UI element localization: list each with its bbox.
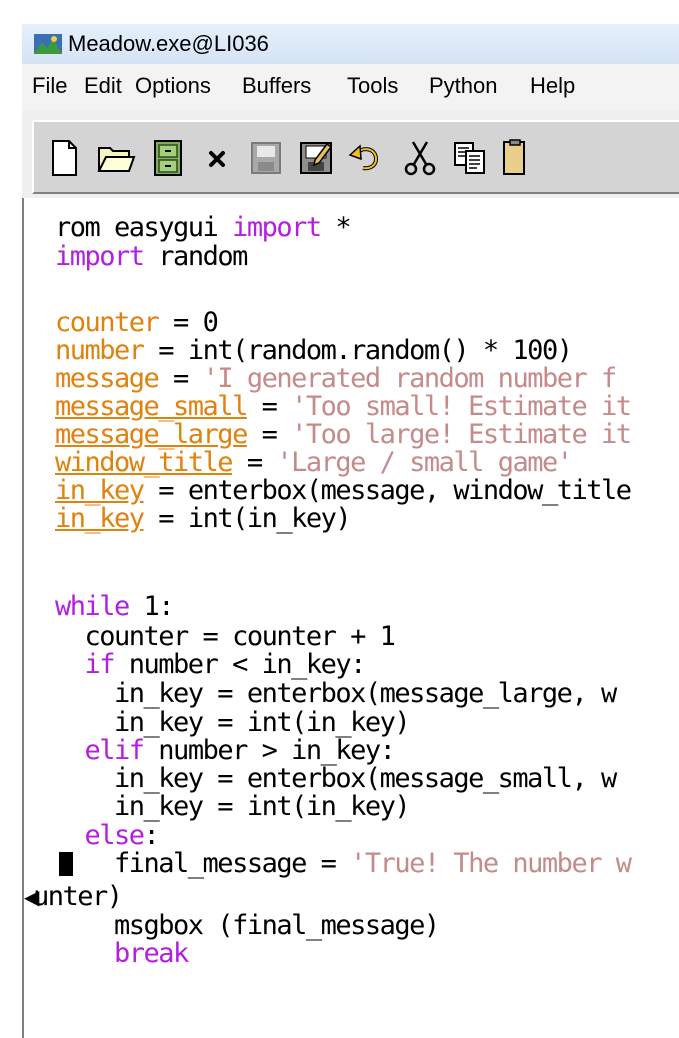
- save-as-icon[interactable]: [296, 138, 336, 178]
- menu-bar: File Edit Options Buffers Tools Python H…: [22, 64, 679, 111]
- new-file-icon[interactable]: [44, 138, 84, 178]
- code-token: import: [232, 212, 322, 243]
- code-token: 'Too small! Estimate it: [291, 391, 632, 422]
- close-icon[interactable]: [198, 138, 238, 178]
- menu-tools[interactable]: Tools: [347, 73, 398, 99]
- menu-options[interactable]: Options: [135, 73, 211, 99]
- line-wrap-indicator-icon: ◀: [24, 885, 40, 909]
- code-line[interactable]: counter = counter + 1: [55, 621, 396, 652]
- code-line[interactable]: message_large = 'Too large! Estimate it: [55, 419, 632, 450]
- code-token: in_key = enterbox(message_large, w: [55, 678, 617, 709]
- toolbar: [32, 120, 679, 194]
- code-line[interactable]: while 1:: [55, 591, 175, 622]
- code-token: =: [232, 447, 277, 478]
- window-title: Meadow.exe@LI036: [68, 31, 269, 56]
- code-token: message_large: [55, 419, 248, 450]
- code-token: 'Large / small game': [276, 447, 573, 478]
- code-token: 1:: [128, 591, 175, 622]
- code-token: unter): [33, 881, 123, 912]
- code-line[interactable]: in_key = enterbox(message_large, w: [55, 678, 617, 709]
- code-line[interactable]: message = 'I generated random number f: [55, 363, 618, 394]
- code-token: while: [55, 591, 130, 622]
- code-token: in_key = enterbox(message_small, w: [55, 763, 617, 794]
- code-token: number > in_key:: [143, 735, 396, 766]
- meadow-app-icon: [34, 34, 62, 54]
- code-token: message: [55, 363, 160, 394]
- code-token: 'I generated random number f: [202, 363, 618, 394]
- code-line[interactable]: in_key = int(in_key): [55, 707, 411, 738]
- code-token: = int(in_key): [143, 503, 351, 534]
- code-line[interactable]: number = int(random.random() * 100): [55, 335, 573, 366]
- code-line[interactable]: msgbox (final_message): [55, 910, 440, 941]
- code-line[interactable]: message_small = 'Too small! Estimate it: [55, 391, 632, 422]
- code-token: rom easygui: [55, 212, 233, 243]
- code-line[interactable]: final_message = 'True! The number w: [55, 848, 632, 879]
- menu-python[interactable]: Python: [429, 73, 498, 99]
- code-line[interactable]: if number < in_key:: [55, 649, 367, 680]
- code-token: :: [143, 820, 160, 851]
- code-line[interactable]: counter = 0: [55, 307, 219, 338]
- code-line[interactable]: in_key = enterbox(message, window_title: [55, 475, 632, 506]
- code-line[interactable]: break: [55, 938, 189, 969]
- open-folder-icon[interactable]: [96, 138, 136, 178]
- code-token: in_key: [55, 503, 145, 534]
- code-token: counter: [55, 307, 160, 338]
- code-line[interactable]: import random: [55, 241, 248, 272]
- code-token: final_message =: [55, 848, 351, 879]
- save-icon[interactable]: [246, 138, 286, 178]
- code-token: counter = counter + 1: [55, 621, 396, 652]
- code-line[interactable]: in_key = enterbox(message_small, w: [55, 763, 617, 794]
- code-editor[interactable]: rom easygui import * import random counter…: [22, 198, 679, 1038]
- text-cursor: [59, 852, 73, 876]
- paste-icon[interactable]: [500, 138, 540, 178]
- title-bar[interactable]: Meadow.exe@LI036: [22, 24, 679, 65]
- code-token: if: [84, 649, 116, 680]
- code-token: window_title: [55, 447, 234, 478]
- menu-edit[interactable]: Edit: [84, 73, 122, 99]
- code-line[interactable]: rom easygui import *: [55, 212, 352, 243]
- code-token: else: [84, 820, 146, 851]
- undo-icon[interactable]: [346, 138, 386, 178]
- code-token: =: [158, 363, 203, 394]
- code-token: number < in_key:: [114, 649, 367, 680]
- code-token: in_key = int(in_key): [55, 707, 411, 738]
- code-token: in_key: [55, 475, 145, 506]
- copy-icon[interactable]: [450, 138, 490, 178]
- code-line[interactable]: in_key = int(in_key): [55, 503, 352, 534]
- code-token: = enterbox(message, window_title: [143, 475, 632, 506]
- code-line[interactable]: unter): [33, 881, 123, 912]
- dired-cabinet-icon[interactable]: [148, 138, 188, 178]
- code-token: in_key = int(in_key): [55, 791, 411, 822]
- code-token: =: [246, 391, 292, 422]
- code-token: = int(random.random() * 100): [143, 335, 573, 366]
- code-token: 'True! The number w: [350, 848, 632, 879]
- code-line[interactable]: else:: [55, 820, 160, 851]
- code-token: number: [55, 335, 145, 366]
- code-line[interactable]: in_key = int(in_key): [55, 791, 411, 822]
- code-token: =: [246, 419, 292, 450]
- cut-scissors-icon[interactable]: [400, 138, 440, 178]
- toolbar-area: [22, 110, 679, 198]
- code-token: = 0: [158, 307, 219, 338]
- code-token: random: [143, 241, 248, 272]
- code-line[interactable]: window_title = 'Large / small game': [55, 447, 573, 478]
- code-line[interactable]: elif number > in_key:: [55, 735, 396, 766]
- code-token: msgbox (final_message): [55, 910, 440, 941]
- code-token: elif: [84, 735, 146, 766]
- menu-file[interactable]: File: [32, 73, 67, 99]
- code-token: message_small: [55, 391, 248, 422]
- menu-buffers[interactable]: Buffers: [242, 73, 311, 99]
- code-token: 'Too large! Estimate it: [291, 419, 632, 450]
- code-token: import: [55, 241, 145, 272]
- code-token: break: [114, 938, 189, 969]
- code-token: *: [320, 212, 351, 243]
- menu-help[interactable]: Help: [530, 73, 575, 99]
